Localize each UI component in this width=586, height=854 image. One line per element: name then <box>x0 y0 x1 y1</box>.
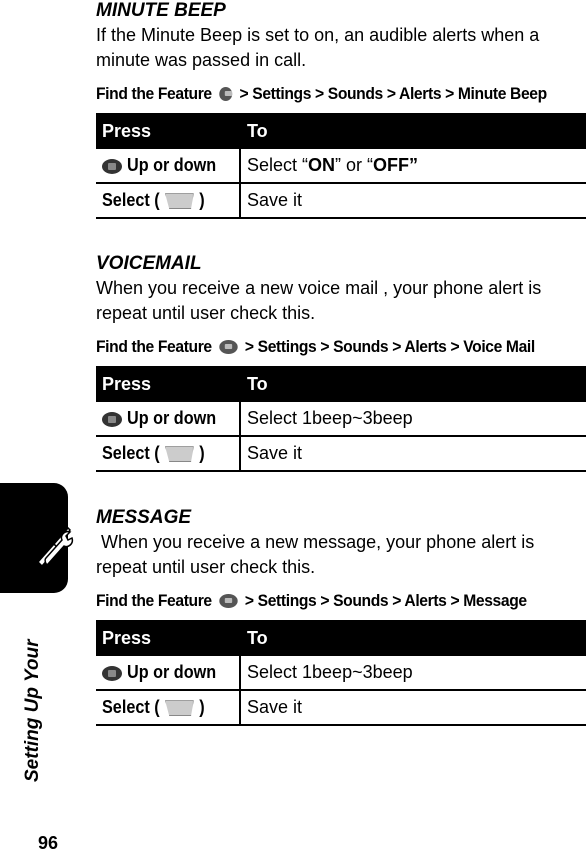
press-label: ) <box>199 697 205 717</box>
table-row: Select () Save it <box>96 436 586 472</box>
press-label: Select ( <box>102 443 160 463</box>
tools-icon <box>36 526 74 568</box>
feature-path: Find the Feature > Settings > Sounds > A… <box>96 336 547 358</box>
on-option: ON <box>308 155 336 175</box>
header-to: To <box>240 620 586 656</box>
menu-key-icon <box>219 594 238 608</box>
section-body: If the Minute Beep is set to on, an audi… <box>96 25 540 70</box>
section-title: MINUTE BEEP <box>96 0 226 21</box>
action-text: Save it <box>240 690 586 726</box>
header-to: To <box>240 113 586 149</box>
press-label: Up or down <box>127 155 217 175</box>
menu-key-icon <box>219 87 233 101</box>
table-row: Up or down Select 1beep~3beep <box>96 402 586 437</box>
action-text: Save it <box>240 436 586 472</box>
press-table: Press To Up or down Select 1beep~3beep Se… <box>96 620 586 726</box>
header-press: Press <box>96 620 240 656</box>
off-option: OFF” <box>373 155 419 175</box>
section-minute-beep: MINUTE BEEP If the Minute Beep is set to… <box>96 0 586 219</box>
action-text: ” or “ <box>335 155 374 175</box>
soft-key-icon <box>165 700 194 717</box>
path-prefix: Find the Feature <box>96 591 212 610</box>
path-text: > Settings > Sounds > Alerts > Message <box>244 591 527 610</box>
nav-key-icon <box>102 158 122 174</box>
action-text: Select “ <box>247 155 309 175</box>
feature-path: Find the Feature > Settings > Sounds > A… <box>96 590 547 612</box>
table-row: Select () Save it <box>96 183 586 219</box>
action-text: Select 1beep~3beep <box>240 656 586 691</box>
action-text: Select 1beep~3beep <box>240 402 586 437</box>
path-text: > Settings > Sounds > Alerts > Voice Mai… <box>244 337 535 356</box>
feature-path: Find the Feature > Settings > Sounds > A… <box>96 83 547 105</box>
soft-key-icon <box>165 446 194 463</box>
section-title: VOICEMAIL <box>96 253 202 274</box>
section-title: MESSAGE <box>96 507 192 528</box>
header-press: Press <box>96 113 240 149</box>
nav-key-icon <box>102 411 122 427</box>
path-prefix: Find the Feature <box>96 84 212 103</box>
table-row: Select () Save it <box>96 690 586 726</box>
section-voicemail: VOICEMAIL When you receive a new voice m… <box>96 253 586 472</box>
path-text: > Settings > Sounds > Alerts > Minute Be… <box>239 84 548 103</box>
table-row: Up or down Select “ON” or “OFF” <box>96 149 586 184</box>
press-label: ) <box>199 190 205 210</box>
nav-key-icon <box>102 665 122 681</box>
press-label: Up or down <box>127 408 217 428</box>
action-text: Save it <box>240 183 586 219</box>
table-row: Up or down Select 1beep~3beep <box>96 656 586 691</box>
press-table: Press To Up or down Select 1beep~3beep Se… <box>96 366 586 472</box>
section-body: When you receive a new voice mail , your… <box>96 278 542 323</box>
press-label: Up or down <box>127 662 217 682</box>
press-label: Select ( <box>102 697 160 717</box>
section-body: When you receive a new message, your pho… <box>96 532 540 577</box>
header-to: To <box>240 366 586 402</box>
chapter-label: Setting Up Your <box>22 639 43 783</box>
header-press: Press <box>96 366 240 402</box>
section-message: MESSAGE When you receive a new message, … <box>96 507 586 726</box>
press-label: ) <box>199 443 205 463</box>
soft-key-icon <box>165 193 194 210</box>
menu-key-icon <box>219 340 238 354</box>
press-label: Select ( <box>102 190 160 210</box>
press-table: Press To Up or down Select “ON” or “OFF” … <box>96 113 586 219</box>
path-prefix: Find the Feature <box>96 337 212 356</box>
